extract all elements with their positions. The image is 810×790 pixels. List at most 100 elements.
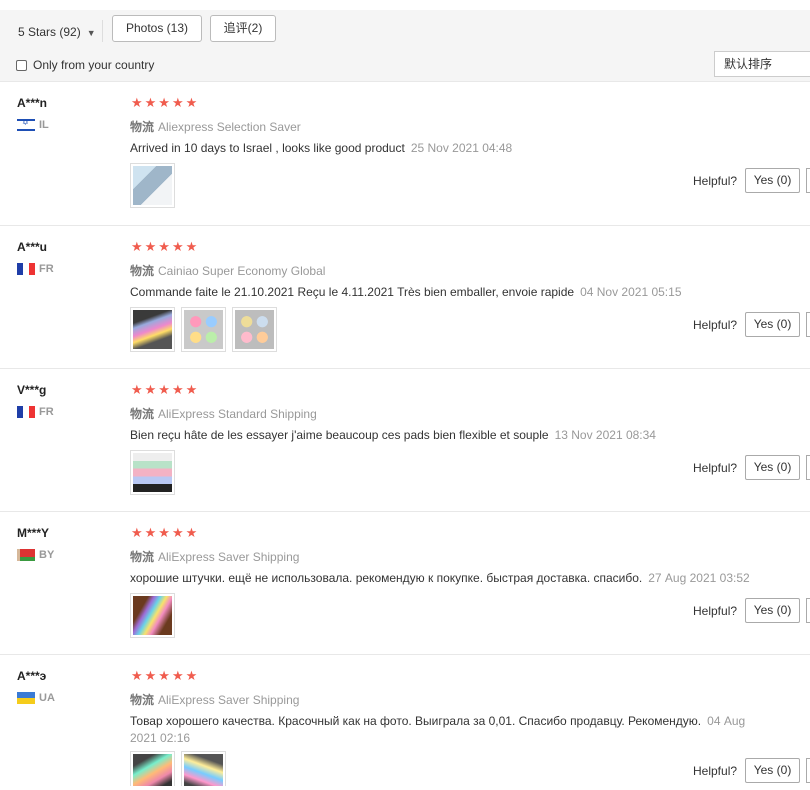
- shipping-method: 物流 AliExpress Standard Shipping: [130, 405, 317, 422]
- reviewer-name: A***n: [17, 96, 48, 110]
- review-text: Bien reçu hâte de les essayer j'aime bea…: [130, 427, 770, 444]
- helpful-no-button[interactable]: [806, 168, 810, 193]
- review-photo[interactable]: [130, 450, 175, 495]
- review-photo[interactable]: [232, 307, 277, 352]
- shipping-method: 物流 Aliexpress Selection Saver: [130, 118, 301, 135]
- shipping-method: 物流 AliExpress Saver Shipping: [130, 691, 299, 708]
- helpful-yes-button[interactable]: Yes (0): [745, 758, 801, 783]
- helpful-label: Helpful?: [693, 173, 738, 188]
- shipping-value: AliExpress Saver Shipping: [158, 693, 300, 707]
- helpful-no-button[interactable]: [806, 598, 810, 623]
- followup-filter-button[interactable]: 追评(2): [210, 15, 276, 42]
- helpful-vote: Helpful? Yes (0): [693, 758, 810, 783]
- review-photo[interactable]: [130, 163, 175, 208]
- country-checkbox-label: Only from your country: [33, 58, 155, 72]
- review-body: Arrived in 10 days to Israel , looks lik…: [130, 141, 405, 155]
- review-filter-bar: 5 Stars (92) ▼ Photos (13) 追评(2) Only fro…: [0, 10, 810, 82]
- divider: [102, 20, 103, 42]
- star-rating: ★★★★★: [131, 668, 200, 683]
- helpful-no-button[interactable]: [806, 455, 810, 480]
- chevron-down-icon: ▼: [86, 28, 96, 38]
- helpful-label: Helpful?: [693, 763, 738, 778]
- review-photo[interactable]: [130, 751, 175, 790]
- helpful-yes-button[interactable]: Yes (0): [745, 168, 801, 193]
- shipping-label: 物流: [130, 264, 155, 278]
- country-checkbox[interactable]: [16, 59, 27, 71]
- review-text: Commande faite le 21.10.2021 Reçu le 4.1…: [130, 284, 770, 301]
- helpful-no-button[interactable]: [806, 312, 810, 337]
- belarus-flag-icon: [17, 549, 35, 561]
- review-photos: [130, 307, 277, 352]
- review-date: 27 Aug 2021 03:52: [648, 571, 750, 585]
- shipping-label: 物流: [130, 693, 155, 707]
- review-photo[interactable]: [181, 751, 226, 790]
- star-rating: ★★★★★: [131, 382, 200, 397]
- helpful-label: Helpful?: [693, 317, 738, 332]
- helpful-label: Helpful?: [693, 603, 738, 618]
- sort-select[interactable]: 默认排序: [714, 51, 810, 77]
- helpful-vote: Helpful? Yes (0): [693, 455, 810, 480]
- review-item: A***э UA ★★★★★ 物流 AliExpress Saver Shippi…: [0, 655, 810, 790]
- review-text: Arrived in 10 days to Israel , looks lik…: [130, 140, 770, 157]
- helpful-vote: Helpful? Yes (0): [693, 598, 810, 623]
- reviewer-name: M***Y: [17, 526, 50, 540]
- star-rating: ★★★★★: [131, 95, 200, 110]
- country-code: IL: [39, 119, 49, 131]
- shipping-value: AliExpress Standard Shipping: [158, 407, 317, 421]
- reviewer-name: A***э: [17, 669, 47, 683]
- review-photo[interactable]: [181, 307, 226, 352]
- review-text: хорошие штучки. ещё не использовала. рек…: [130, 570, 770, 587]
- review-body: Товар хорошего качества. Красочный как н…: [130, 714, 702, 728]
- shipping-label: 物流: [130, 120, 155, 134]
- review-photos: [130, 450, 175, 495]
- review-photo[interactable]: [130, 307, 175, 352]
- star-rating: ★★★★★: [131, 525, 200, 540]
- helpful-label: Helpful?: [693, 460, 738, 475]
- star-filter-label: 5 Stars (92): [18, 25, 81, 39]
- helpful-yes-button[interactable]: Yes (0): [745, 455, 801, 480]
- shipping-value: AliExpress Saver Shipping: [158, 550, 300, 564]
- review-item: A***n IL ★★★★★ 物流Aliexpress Selection Sa…: [0, 82, 810, 226]
- reviewer-country: FR: [17, 262, 54, 276]
- country-code: UA: [39, 692, 55, 704]
- shipping-method: 物流 Cainiao Super Economy Global: [130, 262, 325, 279]
- reviewer-name: A***u: [17, 240, 48, 254]
- review-photo[interactable]: [130, 593, 175, 638]
- france-flag-icon: [17, 406, 35, 418]
- star-filter-dropdown[interactable]: 5 Stars (92) ▼: [18, 22, 96, 42]
- country-code: FR: [39, 406, 54, 418]
- ukraine-flag-icon: [17, 692, 35, 704]
- israel-flag-icon: [17, 118, 35, 131]
- helpful-no-button[interactable]: [806, 758, 810, 783]
- country-code: BY: [39, 549, 55, 561]
- country-code: FR: [39, 263, 54, 275]
- review-date: 04 Nov 2021 05:15: [580, 285, 682, 299]
- helpful-yes-button[interactable]: Yes (0): [745, 312, 801, 337]
- shipping-value: Cainiao Super Economy Global: [158, 264, 326, 278]
- france-flag-icon: [17, 263, 35, 275]
- reviewer-country: IL: [17, 118, 49, 132]
- review-item: M***Y BY ★★★★★ 物流 AliExpress Saver Shippi…: [0, 512, 810, 655]
- review-body: хорошие штучки. ещё не использовала. рек…: [130, 571, 643, 585]
- country-filter[interactable]: Only from your country: [16, 57, 154, 73]
- shipping-label: 物流: [130, 550, 155, 564]
- helpful-yes-button[interactable]: Yes (0): [745, 598, 801, 623]
- helpful-vote: Helpful? Yes (0): [693, 168, 810, 193]
- shipping-label: 物流: [130, 407, 155, 421]
- review-body: Bien reçu hâte de les essayer j'aime bea…: [130, 428, 549, 442]
- review-photos: [130, 593, 175, 638]
- reviewer-name: V***g: [17, 383, 47, 397]
- photos-filter-button[interactable]: Photos (13): [112, 15, 202, 42]
- review-text: Товар хорошего качества. Красочный как н…: [130, 713, 760, 747]
- page-bottom-edge: [0, 786, 810, 790]
- review-item: V***g FR ★★★★★ 物流 AliExpress Standard Shi…: [0, 369, 810, 512]
- reviewer-country: UA: [17, 691, 55, 705]
- helpful-vote: Helpful? Yes (0): [693, 312, 810, 337]
- review-body: Commande faite le 21.10.2021 Reçu le 4.1…: [130, 285, 575, 299]
- review-date: 13 Nov 2021 08:34: [554, 428, 656, 442]
- shipping-method: 物流 AliExpress Saver Shipping: [130, 548, 299, 565]
- shipping-value: Aliexpress Selection Saver: [158, 120, 301, 134]
- review-item: A***u FR ★★★★★ 物流 Cainiao Super Economy G…: [0, 226, 810, 369]
- review-photos: [130, 751, 226, 790]
- reviewer-country: FR: [17, 405, 54, 419]
